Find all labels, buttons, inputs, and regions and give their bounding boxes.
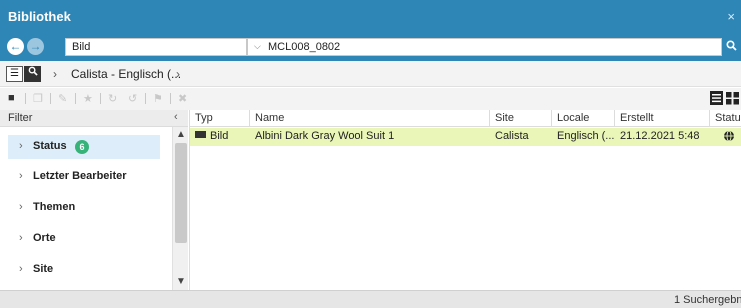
- breadcrumb-item[interactable]: Calista - Englisch (...: [71, 67, 181, 81]
- filter-item-status[interactable]: › Status 6: [8, 135, 160, 159]
- column-header-name[interactable]: Name: [250, 110, 490, 127]
- toolbar-divider: [145, 93, 146, 104]
- save-icon[interactable]: ■: [8, 92, 15, 104]
- cell-type-label: Bild: [210, 130, 229, 142]
- table-header: Typ Name Site Locale Erstellt Status: [190, 110, 741, 127]
- toolbar-divider: [75, 93, 76, 104]
- sync-icon[interactable]: ↻: [108, 92, 117, 105]
- cell-site: Calista: [495, 130, 529, 142]
- chevron-right-icon: ›: [19, 170, 23, 182]
- copy-icon[interactable]: ❐: [33, 92, 43, 105]
- table-row[interactable]: Bild Albini Dark Gray Wool Suit 1 Calist…: [190, 128, 741, 146]
- edit-icon[interactable]: ✎: [58, 92, 67, 105]
- filter-item-label: Status: [33, 140, 67, 152]
- filter-list: › Status 6 › Letzter Bearbeiter › Themen…: [0, 127, 172, 290]
- window-titlebar: Bibliothek ×: [0, 0, 741, 33]
- chevron-down-icon[interactable]: ⌵: [254, 41, 261, 52]
- filter-item-themen[interactable]: › Themen: [8, 196, 160, 220]
- chevron-right-icon[interactable]: ›: [176, 67, 180, 81]
- search-query: MCL008_0802: [268, 41, 341, 53]
- column-header-erstellt[interactable]: Erstellt: [615, 110, 710, 127]
- count-badge: 6: [75, 140, 89, 154]
- chevron-right-icon: ›: [19, 201, 23, 213]
- collapse-icon[interactable]: ‹: [174, 111, 178, 123]
- filter-item-label: Site: [33, 263, 54, 275]
- toolbar-divider: [50, 93, 51, 104]
- filter-item-label: Themen: [33, 201, 76, 213]
- search-bar: ← → Bild ⌵ MCL008_0802: [0, 33, 741, 61]
- column-header-status[interactable]: Status: [710, 110, 741, 127]
- cell-name: Albini Dark Gray Wool Suit 1: [255, 130, 395, 142]
- chevron-right-icon: ›: [19, 263, 23, 275]
- toolbar-divider: [170, 93, 171, 104]
- filter-title: Filter: [8, 112, 33, 124]
- list-view-icon[interactable]: [710, 91, 723, 105]
- sync-alt-icon[interactable]: ↺: [128, 92, 137, 105]
- delete-icon[interactable]: ✖: [178, 92, 187, 105]
- search-input[interactable]: ⌵ MCL008_0802: [247, 38, 722, 56]
- image-icon: [195, 131, 206, 138]
- toolbar: ■ ❐ ✎ ★ ↻ ↺ ⚑ ✖: [0, 88, 741, 110]
- cell-type: Bild: [190, 128, 250, 146]
- column-header-site[interactable]: Site: [490, 110, 552, 127]
- cell-created: 21.12.2021 5:48: [620, 130, 700, 142]
- chevron-right-icon: ›: [19, 140, 23, 152]
- filter-item-orte[interactable]: › Orte: [8, 227, 160, 251]
- tree-icon[interactable]: ☰: [6, 66, 23, 82]
- filter-header: Filter ‹: [0, 110, 188, 127]
- back-icon[interactable]: ←: [7, 38, 24, 55]
- scroll-down-icon[interactable]: ▼: [176, 276, 186, 287]
- chevron-right-icon: ›: [53, 67, 57, 81]
- filter-item-site[interactable]: › Site: [8, 258, 160, 282]
- filter-item-label: Letzter Bearbeiter: [33, 170, 127, 182]
- globe-icon: [718, 128, 741, 146]
- star-icon[interactable]: ★: [83, 92, 93, 105]
- cell-locale: Englisch (...: [557, 130, 615, 142]
- toolbar-divider: [25, 93, 26, 104]
- search-icon[interactable]: [722, 38, 741, 56]
- filter-item-label: Orte: [33, 232, 56, 244]
- grid-view-icon[interactable]: [726, 91, 739, 105]
- results-table: Typ Name Site Locale Erstellt Status Bil…: [189, 110, 741, 290]
- publish-icon[interactable]: ⚑: [153, 92, 163, 105]
- chevron-right-icon: ›: [19, 232, 23, 244]
- filter-item-letzter-bearbeiter[interactable]: › Letzter Bearbeiter: [8, 165, 160, 189]
- filter-scrollbar[interactable]: ▲ ▼: [172, 127, 188, 290]
- status-footer: 1 Suchergebnis: [0, 290, 741, 308]
- search-mode-icon[interactable]: [24, 66, 41, 82]
- scroll-up-icon[interactable]: ▲: [176, 129, 186, 140]
- column-header-typ[interactable]: Typ: [190, 110, 250, 127]
- scroll-thumb[interactable]: [175, 143, 187, 243]
- window-title: Bibliothek: [8, 9, 71, 24]
- breadcrumb: ☰ › Calista - Englisch (... ›: [0, 61, 741, 87]
- result-count: 1 Suchergebnis: [674, 294, 741, 306]
- toolbar-divider: [100, 93, 101, 104]
- column-header-locale[interactable]: Locale: [552, 110, 615, 127]
- type-select[interactable]: Bild: [65, 38, 247, 56]
- close-icon[interactable]: ×: [727, 9, 735, 24]
- forward-icon[interactable]: →: [27, 38, 44, 55]
